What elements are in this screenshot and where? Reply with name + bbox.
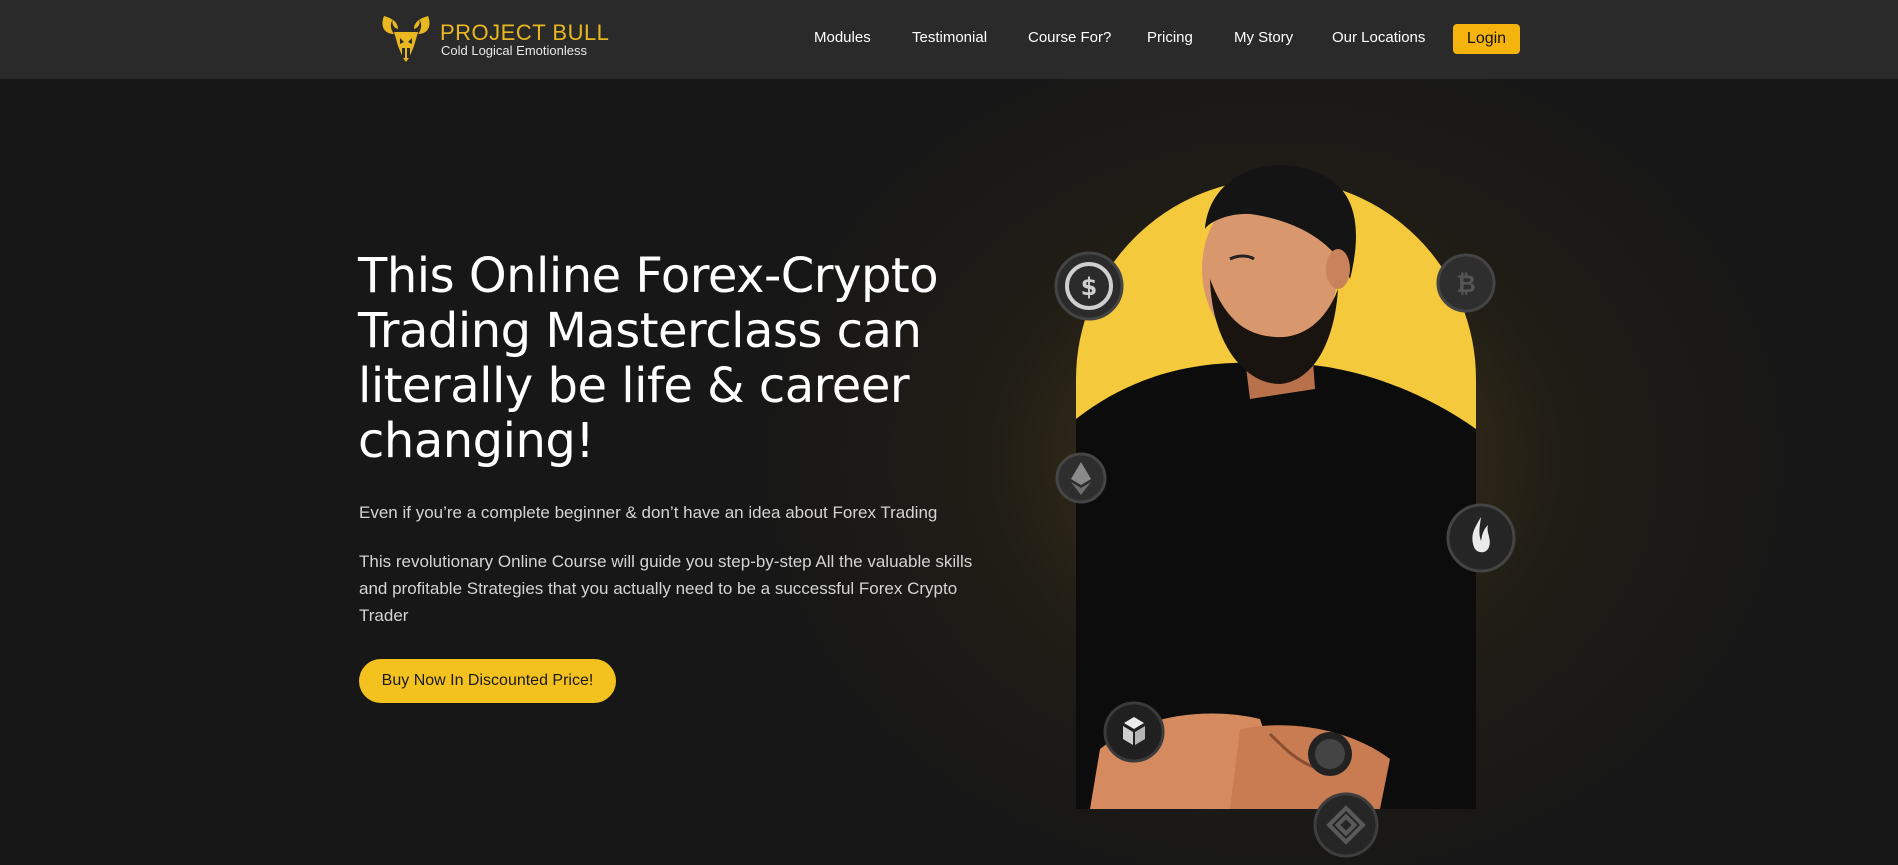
brand-logo[interactable]: PROJECT BULL Cold Logical Emotionless: [378, 12, 609, 66]
nav-link-testimonial[interactable]: Testimonial: [912, 29, 987, 46]
headline-line: Trading Masterclass can: [358, 303, 922, 359]
flame-coin-icon: [1446, 503, 1516, 573]
login-button[interactable]: Login: [1453, 24, 1520, 54]
nav-link-our-locations[interactable]: Our Locations: [1332, 29, 1425, 46]
buy-now-button[interactable]: Buy Now In Discounted Price!: [359, 659, 616, 703]
nav-link-pricing[interactable]: Pricing: [1147, 29, 1193, 46]
headline-line: literally be life & career: [358, 358, 910, 414]
headline-line: This Online Forex-Crypto: [358, 248, 939, 304]
ethereum-coin-icon: [1055, 452, 1107, 504]
bull-logo-icon: [382, 16, 430, 62]
hero-description: This revolutionary Online Course will gu…: [359, 552, 973, 625]
headline-line: changing!: [358, 413, 595, 469]
binance-coin-icon: [1313, 792, 1379, 858]
usdc-coin-icon: $: [1054, 251, 1124, 321]
hero-headline: This Online Forex-Crypto Trading Masterc…: [358, 249, 998, 469]
brand-tagline: Cold Logical Emotionless: [441, 43, 587, 58]
svg-text:$: $: [1081, 273, 1098, 301]
svg-text:₿: ₿: [1456, 270, 1476, 298]
top-navbar: PROJECT BULL Cold Logical Emotionless Mo…: [0, 0, 1898, 79]
nav-link-modules[interactable]: Modules: [814, 29, 871, 46]
bancor-coin-icon: [1103, 701, 1165, 763]
nav-link-my-story[interactable]: My Story: [1234, 29, 1293, 46]
nav-link-course-for[interactable]: Course For?: [1028, 29, 1111, 46]
hero-subtitle: Even if you’re a complete beginner & don…: [359, 503, 938, 522]
bitcoin-coin-icon: ₿: [1436, 253, 1496, 313]
hero-section: This Online Forex-Crypto Trading Masterc…: [0, 79, 1898, 865]
